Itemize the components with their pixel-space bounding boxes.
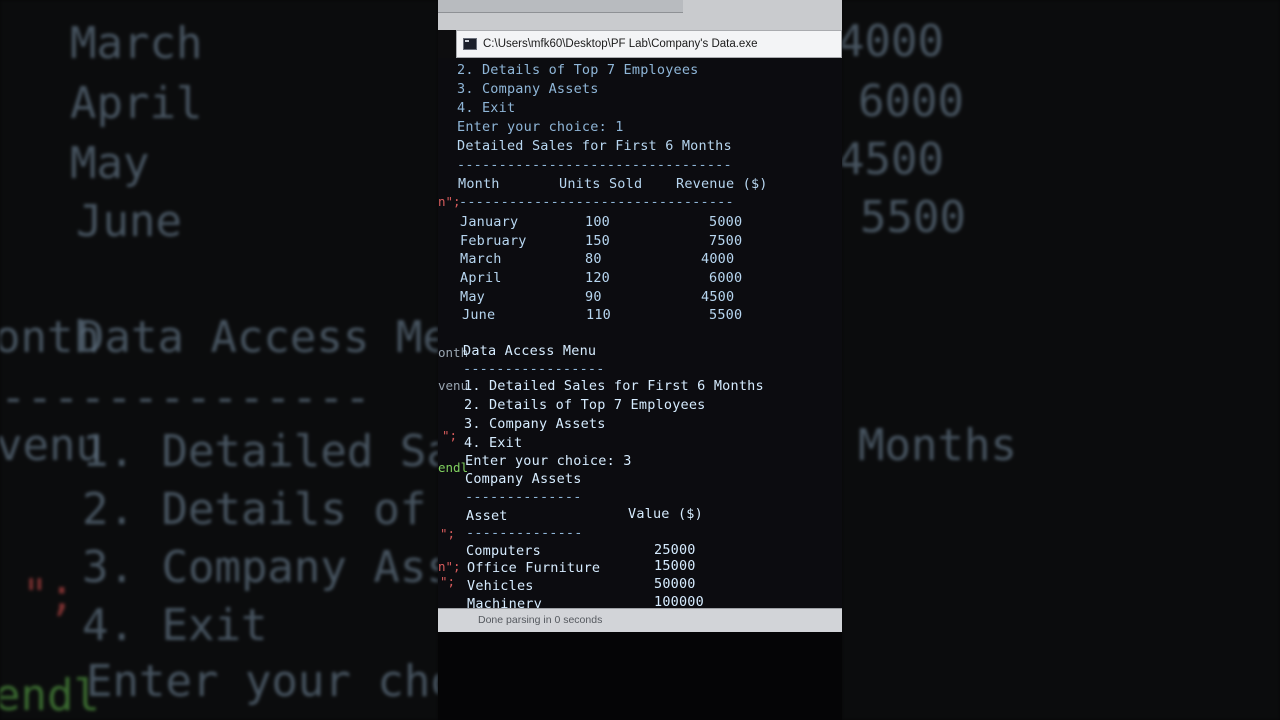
divider: -------------- <box>466 525 583 541</box>
right-backdrop: 4000 6000 4500 5500 Months <box>842 0 1280 720</box>
bg-text: 1. Detailed Sa <box>82 426 438 477</box>
sales-revenue: 5500 <box>709 307 743 323</box>
sales-month: June <box>462 307 496 323</box>
sales-month: May <box>460 289 485 305</box>
sales-revenue: 6000 <box>709 270 743 286</box>
code-fragment: endl <box>438 460 469 475</box>
background-window-edge <box>438 0 683 13</box>
console-titlebar[interactable]: C:\Users\mfk60\Desktop\PF Lab\Company's … <box>456 30 842 58</box>
bg-text: 4. Exit <box>82 600 268 651</box>
asset-name: Office Furniture <box>467 560 601 576</box>
bg-text: Months <box>858 420 1017 471</box>
sales-revenue: 4500 <box>701 289 735 305</box>
assets-title: Company Assets <box>465 471 582 487</box>
code-fragment: n"; <box>438 194 461 209</box>
asset-name: Machinery <box>467 596 542 608</box>
console-line: 4. Exit <box>457 100 516 116</box>
asset-value: 50000 <box>654 576 696 592</box>
col-month: Month <box>458 176 500 192</box>
bg-text: May <box>70 138 150 189</box>
col-value: Value ($) <box>628 506 703 522</box>
bg-text: 4500 <box>842 134 944 185</box>
asset-name: Vehicles <box>467 578 534 594</box>
sales-units: 100 <box>585 214 610 230</box>
bg-text: April <box>70 78 203 129</box>
console-output[interactable]: 2. Details of Top 7 Employees 3. Company… <box>438 58 842 608</box>
ide-statusbar: Done parsing in 0 seconds <box>438 608 842 633</box>
code-fragment: "; <box>440 526 456 541</box>
asset-name: Computers <box>466 543 541 559</box>
sales-month: January <box>460 214 519 230</box>
sales-units: 120 <box>585 270 610 286</box>
asset-value: 25000 <box>654 542 696 558</box>
bg-text: 4000 <box>842 16 944 67</box>
divider: --------------------------------- <box>459 194 734 210</box>
bg-text: 5500 <box>860 192 966 243</box>
menu-prompt: Enter your choice: 3 <box>465 453 632 469</box>
divider: ----------------- <box>463 361 605 377</box>
bg-text: -------------- <box>0 372 371 423</box>
menu-option: 4. Exit <box>464 435 523 451</box>
bg-text: 6000 <box>858 76 964 127</box>
sales-month: February <box>460 233 527 249</box>
screen-capture: C:\Users\mfk60\Desktop\PF Lab\Company's … <box>438 0 842 720</box>
window-top-area <box>438 0 842 30</box>
window-title: C:\Users\mfk60\Desktop\PF Lab\Company's … <box>483 38 758 50</box>
left-backdrop: March April May June onth Data Access Me… <box>0 0 438 720</box>
bg-text: 3. Company Ass <box>82 542 438 593</box>
bg-text: "; <box>22 570 75 621</box>
code-fragment: "; <box>442 428 458 443</box>
sales-title: Detailed Sales for First 6 Months <box>457 138 732 154</box>
sales-units: 90 <box>585 289 602 305</box>
menu-title: Data Access Menu <box>463 343 597 359</box>
menu-option: 3. Company Assets <box>464 416 606 432</box>
col-revenue: Revenue ($) <box>676 176 768 192</box>
status-text: Done parsing in 0 seconds <box>478 614 603 626</box>
col-units: Units Sold <box>559 176 643 192</box>
bg-text: March <box>70 18 203 69</box>
asset-value: 15000 <box>654 558 696 574</box>
sales-month: April <box>460 270 502 286</box>
code-fragment: n"; <box>438 559 461 574</box>
bg-text: endl <box>0 670 100 720</box>
sales-revenue: 5000 <box>709 214 743 230</box>
bg-text: Data Access Me <box>78 312 438 363</box>
divider: -------------- <box>465 489 582 505</box>
console-line: Enter your choice: 1 <box>457 119 624 135</box>
console-line: 2. Details of Top 7 Employees <box>457 62 699 78</box>
asset-value: 100000 <box>654 594 704 608</box>
sales-units: 150 <box>585 233 610 249</box>
bg-text: Enter your cho <box>86 656 438 707</box>
divider: --------------------------------- <box>457 157 732 173</box>
console-line: 3. Company Assets <box>457 81 599 97</box>
code-fragment: "; <box>440 574 456 589</box>
sales-month: March <box>460 251 502 267</box>
sales-units: 80 <box>585 251 602 267</box>
menu-option: 1. Detailed Sales for First 6 Months <box>464 378 764 394</box>
sales-revenue: 4000 <box>701 251 735 267</box>
col-asset: Asset <box>466 508 508 524</box>
console-app-icon <box>463 38 477 50</box>
bottom-dark-area <box>438 632 842 720</box>
bg-text: June <box>76 196 182 247</box>
sales-revenue: 7500 <box>709 233 743 249</box>
bg-text: 2. Details of <box>82 484 427 535</box>
menu-option: 2. Details of Top 7 Employees <box>464 397 706 413</box>
sales-units: 110 <box>586 307 611 323</box>
